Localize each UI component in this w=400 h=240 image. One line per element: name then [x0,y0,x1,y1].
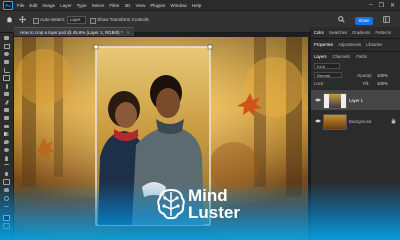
history-brush-tool[interactable] [2,115,11,121]
brain-logo-icon [157,188,185,220]
healing-brush-tool[interactable] [2,91,11,97]
gradient-tool[interactable] [2,131,11,137]
brush-tool[interactable] [2,99,11,105]
tab-gradients[interactable]: Gradients [352,30,370,35]
auto-select-dropdown[interactable]: Layer [67,16,86,24]
menu-3d[interactable]: 3D [125,3,131,8]
opacity-label: Opacity: [357,73,373,78]
menu-type[interactable]: Type [77,3,87,8]
home-icon[interactable] [6,16,13,23]
tab-properties[interactable]: Properties [314,42,333,47]
share-button[interactable]: Share [355,17,373,25]
menu-bar: Ps File Edit Image Layer Type Select Fil… [0,0,400,11]
photoshop-logo-icon: Ps [3,0,13,10]
menu-layer[interactable]: Layer [60,3,72,8]
tab-color[interactable]: Color [314,30,324,35]
quick-select-tool[interactable] [2,59,11,65]
move-tool-icon[interactable] [19,16,26,23]
eye-icon[interactable] [315,98,321,102]
menu-select[interactable]: Select [92,3,105,8]
document-tab-close-icon[interactable]: × [127,30,130,35]
document-tab-title: How to crop a layer.psd @ 45.8% (Layer 1… [20,30,123,35]
pen-tool[interactable] [2,155,11,161]
document-tab[interactable]: How to crop a layer.psd @ 45.8% (Layer 1… [14,27,134,36]
close-icon[interactable]: ✕ [390,2,395,9]
lock-label: Lock: [314,81,325,86]
frame-tool[interactable] [2,75,11,81]
brand-name-line2: Luster [188,203,240,222]
menu-file[interactable]: File [17,3,24,8]
tab-swatches[interactable]: Swatches [329,30,347,35]
dodge-tool[interactable] [2,147,11,153]
eyedropper-tool[interactable] [2,83,11,89]
brand-name-line1: Mind [188,186,228,205]
type-tool[interactable] [2,163,11,169]
clone-stamp-tool[interactable] [2,107,11,113]
fill-label: Fill: [363,81,370,86]
layer-name[interactable]: Layer 1 [349,98,363,103]
layer-thumbnail [323,114,347,130]
menu-filter[interactable]: Filter [109,3,119,8]
layer-row-layer-1[interactable]: Layer 1 [311,90,400,110]
auto-select-checkbox[interactable] [33,18,39,24]
move-tool[interactable] [2,35,11,41]
workspace-icon[interactable] [383,16,390,23]
tab-patterns[interactable]: Patterns [375,30,391,35]
layer-row-background[interactable]: Background [311,111,400,131]
maximize-icon[interactable]: ❐ [379,2,384,9]
auto-select-label: Auto-Select: [40,17,66,22]
tab-adjustments[interactable]: Adjustments [338,42,361,47]
transform-controls-checkbox[interactable] [90,18,96,24]
layer-name[interactable]: Background [349,119,371,124]
tab-channels[interactable]: Channels [333,54,351,59]
fill-value[interactable]: 100% [377,81,388,86]
eye-icon[interactable] [315,119,321,123]
tab-paths[interactable]: Paths [356,54,367,59]
menu-edit[interactable]: Edit [29,3,37,8]
lasso-tool[interactable] [2,51,11,57]
lock-icon [391,118,396,124]
opacity-value[interactable]: 100% [377,73,388,78]
blend-mode-dropdown[interactable]: Normal [314,72,342,78]
eraser-tool[interactable] [2,123,11,129]
crop-tool[interactable] [2,67,11,73]
minimize-icon[interactable]: – [369,2,372,8]
layer-thumbnail [323,93,347,109]
path-selection-tool[interactable] [2,171,11,177]
tab-layers[interactable]: Layers [314,54,327,59]
menu-view[interactable]: View [135,3,145,8]
menu-help[interactable]: Help [192,3,201,8]
blur-tool[interactable] [2,139,11,145]
menu-window[interactable]: Window [170,3,186,8]
menu-image[interactable]: Image [42,3,55,8]
tab-libraries[interactable]: Libraries [366,42,382,47]
transform-controls-label: Show Transform Controls [97,17,149,22]
mindluster-watermark: Mind Luster [150,184,270,224]
marquee-tool[interactable] [2,43,11,49]
menu-plugins[interactable]: Plugins [150,3,165,8]
layer-filter-kind[interactable]: Kind [314,63,340,69]
search-icon[interactable] [338,16,345,23]
